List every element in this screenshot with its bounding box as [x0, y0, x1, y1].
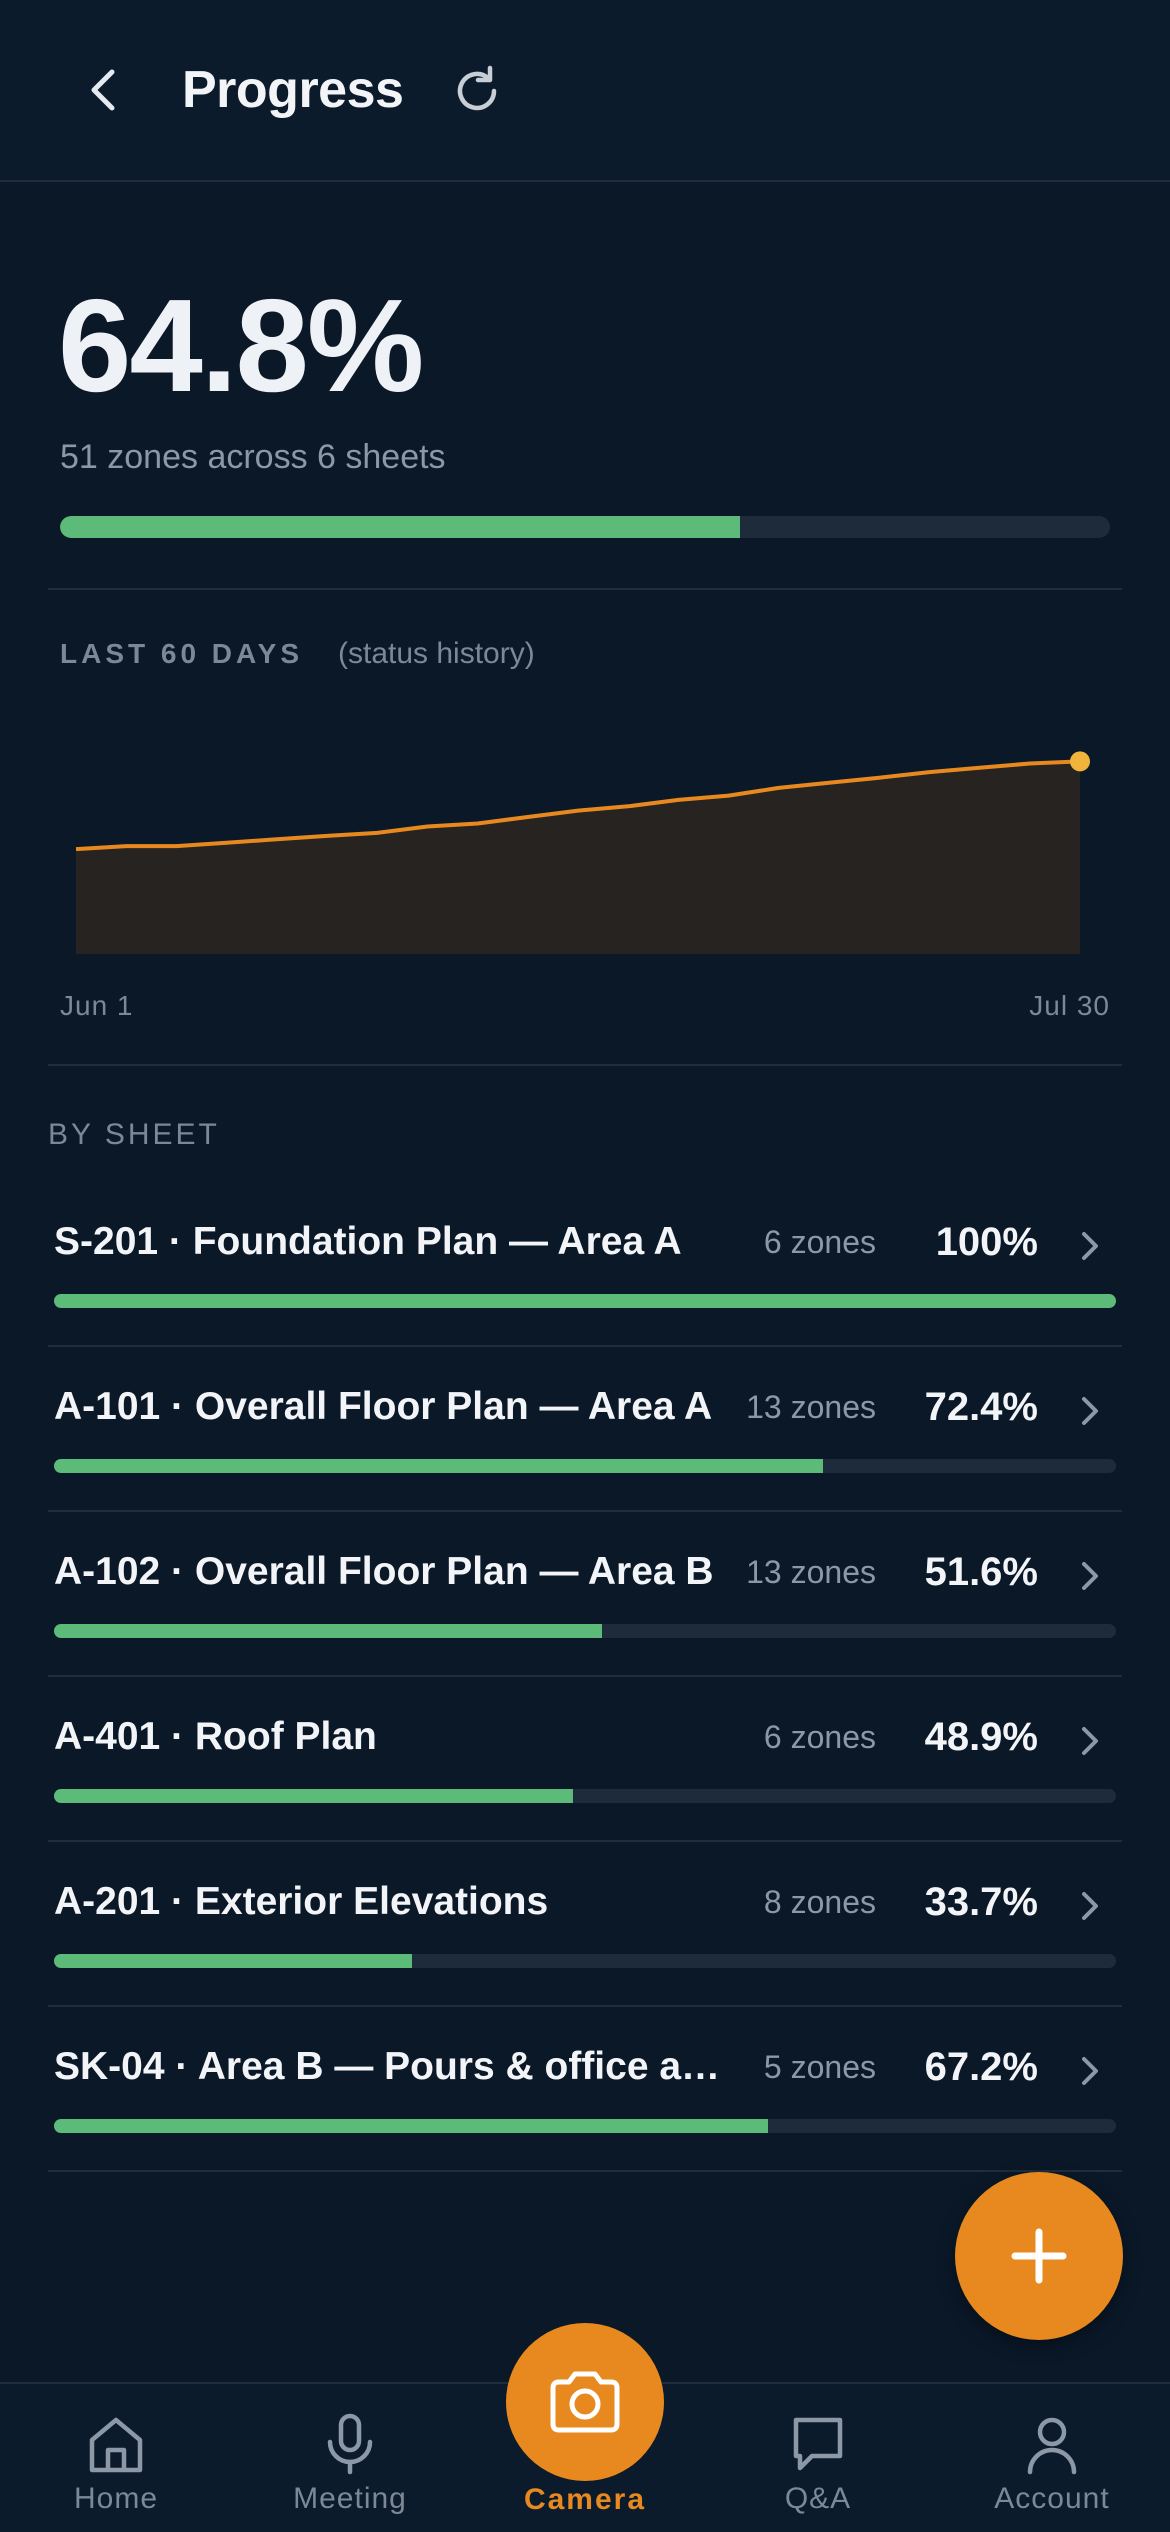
- chevron-right-icon: [1082, 1232, 1098, 1260]
- sheet-row[interactable]: SK-04 · Area B — Pours & office area 5 zo…: [48, 2007, 1122, 2172]
- chat-bubble-icon: [793, 2417, 843, 2471]
- sheet-name: A-401 · Roof Plan: [54, 1715, 377, 1758]
- sheet-zone-count: 13 zones: [746, 1389, 876, 1425]
- sheet-progress-bar: [54, 1624, 1116, 1638]
- history-end-label: 65%: [1000, 740, 1056, 743]
- chevron-right-icon: [1082, 1397, 1098, 1425]
- history-title: LAST 60 DAYS: [60, 638, 304, 669]
- sheet-row[interactable]: S-201 · Foundation Plan — Area A 6 zones 1…: [48, 1182, 1122, 1347]
- user-icon: [1027, 2417, 1077, 2475]
- history-chart: 65%: [75, 740, 1090, 954]
- sheet-percent: 51.6%: [924, 1550, 1038, 1594]
- sheet-percent: 100%: [935, 1220, 1038, 1264]
- chevron-right-icon: [1082, 1562, 1098, 1590]
- sheet-zone-count: 5 zones: [763, 2049, 876, 2085]
- sheet-percent: 67.2%: [924, 2045, 1038, 2089]
- nav-home-label: Home: [73, 2482, 159, 2515]
- history-end-point: [1070, 751, 1090, 772]
- sheet-percent: 48.9%: [924, 1715, 1038, 1759]
- x-axis-end-label: Jul 30: [1029, 990, 1110, 1021]
- nav-camera[interactable]: [506, 2323, 664, 2481]
- sheet-progress-fill: [54, 1294, 1116, 1308]
- sheet-row[interactable]: A-401 · Roof Plan 6 zones 48.9%: [48, 1677, 1122, 1842]
- page-title: Progress: [182, 61, 404, 119]
- sheet-progress-bar: [54, 1789, 1116, 1803]
- by-sheet-label: BY SHEET: [48, 1118, 220, 1151]
- sheet-progress-fill: [54, 1459, 823, 1473]
- chevron-right-icon: [1082, 1892, 1098, 1920]
- sheet-row[interactable]: A-102 · Overall Floor Plan — Area B 13 zo…: [48, 1512, 1122, 1677]
- refresh-button[interactable]: [446, 60, 508, 122]
- overall-subtitle: 51 zones across 6 sheets: [60, 438, 446, 476]
- app-header: Progress: [0, 0, 1170, 182]
- sheet-name: A-102 · Overall Floor Plan — Area B: [54, 1550, 714, 1593]
- nav-account[interactable]: Account: [952, 2384, 1152, 2532]
- refresh-icon: [457, 65, 497, 111]
- x-axis-start-label: Jun 1: [60, 990, 134, 1021]
- sheet-name: SK-04 · Area B — Pours & office area: [54, 2045, 734, 2088]
- sheet-zone-count: 8 zones: [763, 1884, 876, 1920]
- nav-qa[interactable]: Q&A: [718, 2384, 918, 2532]
- sheet-progress-fill: [54, 2119, 768, 2133]
- back-button[interactable]: [76, 58, 132, 122]
- sheet-zone-count: 13 zones: [746, 1554, 876, 1590]
- sheet-zone-count: 6 zones: [763, 1224, 876, 1260]
- overall-progress-bar: [60, 516, 1110, 538]
- sheet-row[interactable]: A-201 · Exterior Elevations 8 zones 33.7%: [48, 1842, 1122, 2007]
- overall-progress-fill: [60, 516, 741, 538]
- camera-icon: [550, 2371, 620, 2433]
- sheet-zone-count: 6 zones: [763, 1719, 876, 1755]
- divider: [48, 588, 1122, 590]
- nav-account-label: Account: [994, 2482, 1110, 2515]
- nav-meeting-label: Meeting: [293, 2482, 407, 2515]
- divider: [48, 1064, 1122, 1066]
- overall-percent: 64.8%: [58, 272, 424, 419]
- sheet-percent: 72.4%: [924, 1385, 1038, 1429]
- sheet-row[interactable]: A-101 · Overall Floor Plan — Area A 13 zo…: [48, 1347, 1122, 1512]
- sheet-progress-fill: [54, 1954, 412, 1968]
- sheet-name: A-101 · Overall Floor Plan — Area A: [54, 1385, 713, 1428]
- sheet-progress-fill: [54, 1624, 602, 1638]
- sheet-percent: 33.7%: [924, 1880, 1038, 1924]
- sheet-name: S-201 · Foundation Plan — Area A: [54, 1220, 682, 1263]
- sheet-progress-bar: [54, 2119, 1116, 2133]
- history-note: (status history): [338, 637, 535, 670]
- plus-icon: [1011, 2228, 1067, 2284]
- history-area: [76, 761, 1080, 954]
- chevron-right-icon: [1082, 2057, 1098, 2085]
- progress-screen: Progress 64.8% 51 zones across 6 sheets …: [0, 0, 1170, 2532]
- nav-home[interactable]: Home: [16, 2384, 216, 2532]
- chevron-right-icon: [1082, 1727, 1098, 1755]
- nav-meeting[interactable]: Meeting: [250, 2384, 450, 2532]
- microphone-icon: [327, 2413, 373, 2475]
- chevron-left-icon: [91, 69, 115, 111]
- sheet-progress-bar: [54, 1294, 1116, 1308]
- sheet-progress-fill: [54, 1789, 574, 1803]
- sheet-name: A-201 · Exterior Elevations: [54, 1880, 549, 1923]
- nav-camera-label: Camera: [523, 2483, 647, 2516]
- home-icon: [89, 2417, 143, 2473]
- add-button[interactable]: [955, 2172, 1123, 2340]
- nav-qa-label: Q&A: [784, 2482, 852, 2515]
- sheet-progress-bar: [54, 1954, 1116, 1968]
- sheet-progress-bar: [54, 1459, 1116, 1473]
